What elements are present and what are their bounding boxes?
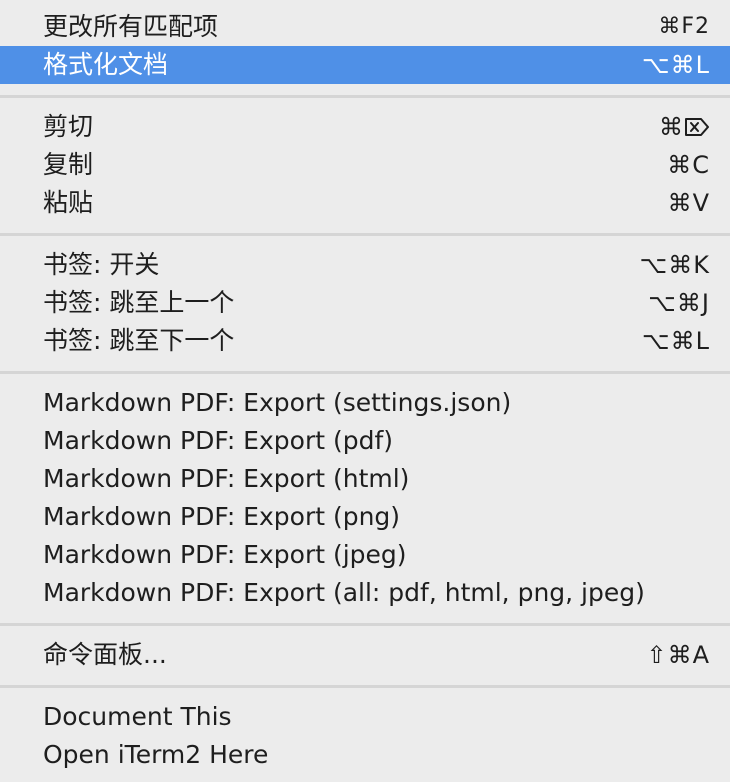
menu-item-bookmark-toggle[interactable]: 书签: 开关 ⌥⌘K (0, 246, 730, 284)
menu-item-shortcut: ⌥⌘J (648, 289, 710, 317)
context-menu: 更改所有匹配项 ⌘F2 格式化文档 ⌥⌘L 剪切 ⌘ 复制 ⌘C 粘贴 ⌘V 书… (0, 0, 730, 782)
menu-item-shortcut: ⌘ (659, 108, 710, 146)
menu-item-label: 复制 (43, 150, 94, 179)
menu-item-shortcut: ⇧⌘A (646, 641, 710, 669)
menu-item-shortcut: ⌘F2 (658, 14, 710, 39)
menu-separator (0, 371, 730, 374)
menu-item-label: 粘贴 (43, 188, 94, 217)
menu-item-label: Document This (43, 702, 232, 731)
menu-item-markdown-export-all[interactable]: Markdown PDF: Export (all: pdf, html, pn… (0, 574, 730, 612)
menu-item-label: 命令面板... (43, 640, 167, 669)
delete-forward-key-icon (685, 118, 709, 136)
menu-item-shortcut: ⌘C (667, 151, 710, 179)
menu-item-open-iterm2-here[interactable]: Open iTerm2 Here (0, 736, 730, 774)
menu-item-shortcut: ⌥⌘L (641, 51, 710, 79)
menu-item-label: 剪切 (43, 112, 94, 141)
menu-item-label: 书签: 跳至上一个 (43, 288, 235, 317)
menu-item-markdown-export-pdf[interactable]: Markdown PDF: Export (pdf) (0, 422, 730, 460)
menu-separator (0, 623, 730, 626)
menu-item-format-document[interactable]: 格式化文档 ⌥⌘L (0, 46, 730, 84)
menu-separator (0, 95, 730, 98)
menu-item-paste[interactable]: 粘贴 ⌘V (0, 184, 730, 222)
menu-separator (0, 233, 730, 236)
menu-item-command-palette[interactable]: 命令面板... ⇧⌘A (0, 636, 730, 674)
menu-item-label: Markdown PDF: Export (settings.json) (43, 388, 512, 417)
menu-item-change-all-occurrences[interactable]: 更改所有匹配项 ⌘F2 (0, 8, 730, 46)
menu-item-markdown-export-settings[interactable]: Markdown PDF: Export (settings.json) (0, 384, 730, 422)
command-key: ⌘ (659, 113, 684, 141)
menu-item-markdown-export-html[interactable]: Markdown PDF: Export (html) (0, 460, 730, 498)
menu-item-shortcut: ⌥⌘L (641, 327, 710, 355)
menu-item-label: Markdown PDF: Export (jpeg) (43, 540, 407, 569)
menu-item-copy[interactable]: 复制 ⌘C (0, 146, 730, 184)
menu-item-bookmark-jump-next[interactable]: 书签: 跳至下一个 ⌥⌘L (0, 322, 730, 360)
menu-item-label: Markdown PDF: Export (pdf) (43, 426, 394, 455)
menu-item-document-this[interactable]: Document This (0, 698, 730, 736)
menu-item-bookmark-jump-previous[interactable]: 书签: 跳至上一个 ⌥⌘J (0, 284, 730, 322)
menu-item-label: Markdown PDF: Export (html) (43, 464, 410, 493)
menu-item-markdown-export-png[interactable]: Markdown PDF: Export (png) (0, 498, 730, 536)
menu-item-label: 书签: 开关 (43, 250, 160, 279)
menu-item-label: 更改所有匹配项 (43, 12, 219, 41)
menu-item-shortcut: ⌘V (667, 189, 710, 217)
menu-item-shortcut: ⌥⌘K (639, 251, 710, 279)
menu-separator (0, 685, 730, 688)
menu-item-label: 书签: 跳至下一个 (43, 326, 235, 355)
menu-item-label: Open iTerm2 Here (43, 740, 269, 769)
menu-item-cut[interactable]: 剪切 ⌘ (0, 108, 730, 146)
menu-item-label: Markdown PDF: Export (png) (43, 502, 401, 531)
menu-item-markdown-export-jpeg[interactable]: Markdown PDF: Export (jpeg) (0, 536, 730, 574)
menu-item-label: 格式化文档 (43, 50, 169, 79)
menu-item-label: Markdown PDF: Export (all: pdf, html, pn… (43, 578, 645, 607)
